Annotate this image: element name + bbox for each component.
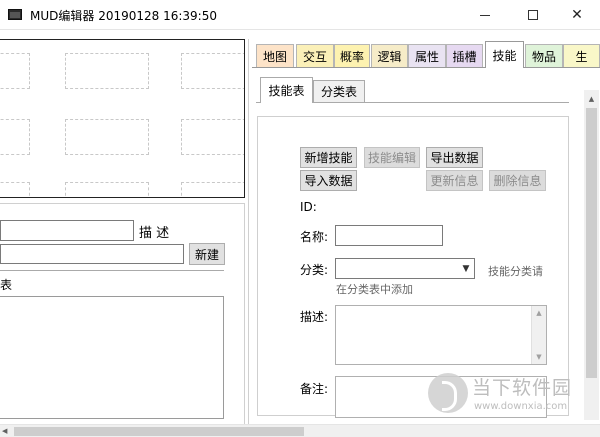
- export-data-button[interactable]: 导出数据: [426, 147, 483, 168]
- scrollbar-thumb[interactable]: [14, 427, 304, 436]
- maximize-button[interactable]: [510, 0, 556, 30]
- window-title: MUD编辑器 20190128 16:39:50: [30, 9, 217, 23]
- tab-slots[interactable]: 插槽: [446, 44, 483, 67]
- name-label: 名称:: [300, 230, 329, 244]
- description-input[interactable]: [0, 244, 184, 264]
- new-button[interactable]: 新建: [189, 243, 225, 265]
- skill-name-input[interactable]: [335, 225, 443, 246]
- textarea-scrollbar[interactable]: ▲ ▼: [531, 306, 546, 364]
- tab-interaction[interactable]: 交互: [296, 44, 334, 67]
- subtab-skill-table[interactable]: 技能表: [260, 77, 313, 103]
- tab-logic[interactable]: 逻辑: [371, 44, 408, 67]
- scroll-left-icon[interactable]: ◀: [2, 425, 7, 437]
- skill-description-textarea[interactable]: ▲ ▼: [335, 305, 547, 365]
- category-select[interactable]: ▼: [335, 258, 475, 279]
- tab-strip-border: [252, 67, 600, 68]
- scroll-up-icon[interactable]: ▲: [584, 92, 599, 106]
- add-skill-button[interactable]: 新增技能: [300, 147, 357, 168]
- import-data-button[interactable]: 导入数据: [300, 170, 357, 191]
- watermark-logo-icon: [428, 373, 468, 413]
- map-room[interactable]: [0, 119, 30, 155]
- map-room[interactable]: [65, 182, 149, 197]
- maximize-icon: [528, 10, 538, 20]
- chevron-down-icon: ▼: [462, 263, 470, 274]
- category-hint: 技能分类请: [488, 265, 543, 278]
- scroll-up-icon: ▲: [536, 309, 542, 317]
- map-room[interactable]: [181, 53, 244, 89]
- map-room[interactable]: [65, 119, 149, 155]
- tab-items[interactable]: 物品: [525, 44, 563, 67]
- tab-probability[interactable]: 概率: [334, 44, 370, 67]
- name-input[interactable]: [0, 220, 134, 241]
- watermark-text: 当下软件园: [472, 377, 573, 399]
- map-room[interactable]: [0, 53, 30, 89]
- map-room[interactable]: [181, 119, 244, 155]
- vertical-scrollbar[interactable]: ▲: [584, 90, 599, 420]
- app-icon: [8, 9, 22, 20]
- scrollbar-thumb[interactable]: [586, 108, 597, 378]
- left-list-box[interactable]: [0, 296, 224, 419]
- tab-label: 概率: [339, 49, 364, 64]
- tab-label: 插槽: [452, 49, 477, 64]
- horizontal-scrollbar[interactable]: ◀: [0, 424, 600, 437]
- tab-label: 属性: [414, 49, 439, 64]
- delete-info-button[interactable]: 删除信息: [489, 170, 546, 191]
- description-label: 描述:: [300, 310, 329, 324]
- tab-label: 生: [575, 49, 588, 64]
- subtab-label: 分类表: [320, 85, 357, 99]
- subtab-label: 技能表: [268, 84, 305, 98]
- tab-label: 逻辑: [377, 49, 402, 64]
- edit-skill-button[interactable]: 技能编辑: [364, 147, 420, 168]
- scroll-down-icon: ▼: [536, 353, 542, 361]
- tab-map[interactable]: 地图: [256, 44, 294, 67]
- tab-label: 物品: [531, 49, 556, 64]
- tab-more[interactable]: 生: [563, 44, 600, 67]
- title-bar: MUD编辑器 20190128 16:39:50 ✕: [0, 0, 600, 30]
- category-hint-below: 在分类表中添加: [336, 283, 413, 296]
- close-icon: ✕: [571, 7, 583, 23]
- minimize-button[interactable]: [462, 0, 508, 30]
- update-info-button[interactable]: 更新信息: [426, 170, 483, 191]
- map-canvas[interactable]: [0, 39, 245, 198]
- description-label: 描 述: [139, 226, 170, 241]
- list-label: 表: [0, 278, 13, 292]
- id-label: ID:: [300, 200, 317, 214]
- map-room[interactable]: [65, 53, 149, 89]
- minimize-icon: [480, 14, 490, 16]
- tab-label: 地图: [262, 49, 287, 64]
- map-room[interactable]: [181, 182, 244, 197]
- divider: [0, 270, 224, 271]
- tab-label: 交互: [302, 49, 327, 64]
- map-room[interactable]: [0, 182, 30, 197]
- note-label: 备注:: [300, 382, 329, 396]
- watermark-url: www.downxia.com: [474, 401, 568, 412]
- tab-label: 技能: [492, 48, 517, 63]
- subtab-category-table[interactable]: 分类表: [313, 80, 365, 102]
- category-label: 分类:: [300, 263, 329, 277]
- close-button[interactable]: ✕: [554, 0, 600, 30]
- tab-skills[interactable]: 技能: [485, 41, 524, 68]
- tab-attributes[interactable]: 属性: [408, 44, 446, 67]
